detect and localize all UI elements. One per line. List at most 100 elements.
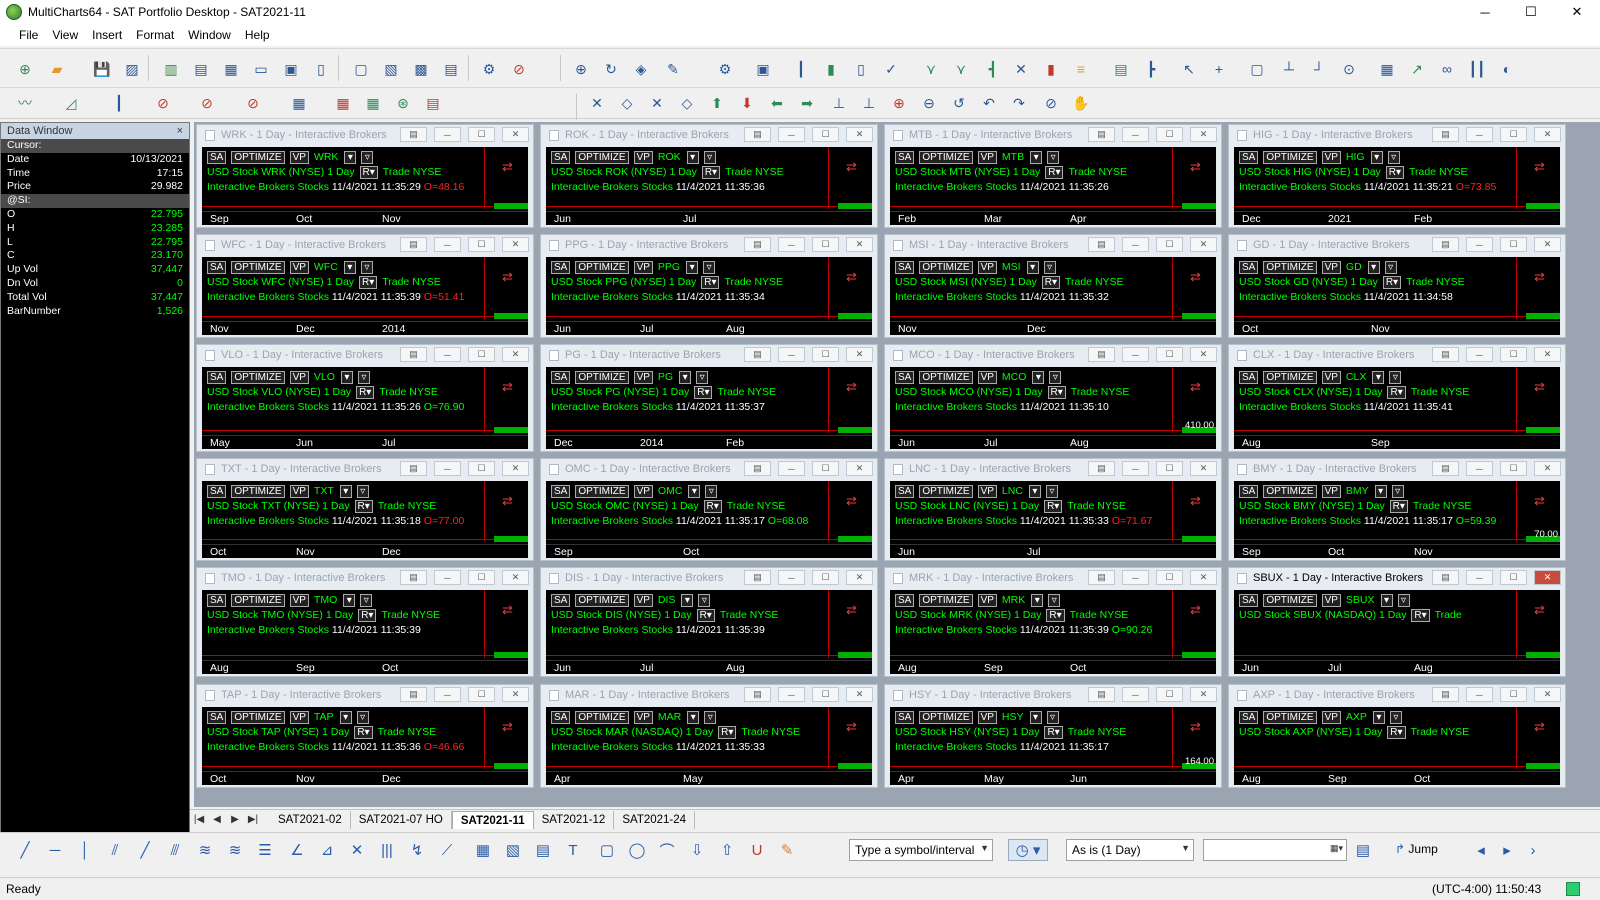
sa-button[interactable]: SA [1239, 370, 1259, 384]
chart-plot-area[interactable]: SA OPTIMIZE VP MAR ▾ ▿ USD Stock MAR (NASDAQ) … [546, 707, 872, 785]
chart-format-icon[interactable]: ▤ [744, 687, 771, 702]
expand-icon[interactable]: ▿ [1045, 484, 1058, 498]
tab-last-icon[interactable]: ▶| [244, 814, 262, 825]
chart-minimize-button[interactable]: ─ [434, 687, 461, 702]
arrow-up-icon[interactable]: ⇧ [716, 839, 738, 861]
refresh-study-icon[interactable]: ↻ [600, 58, 622, 80]
expand-icon[interactable]: ▿ [356, 710, 369, 724]
jump-button[interactable]: ↱ Jump [1395, 842, 1438, 856]
trade-arrows-icon[interactable]: ⇄ [1190, 602, 1201, 618]
chart-maximize-button[interactable]: ☐ [1156, 570, 1183, 585]
chevron-down-icon[interactable]: ▾ [339, 484, 352, 498]
chart-minimize-button[interactable]: ─ [1122, 237, 1149, 252]
vp-button[interactable]: VP [633, 484, 653, 498]
chart-format-icon[interactable]: ▤ [1432, 687, 1459, 702]
chart-close-button[interactable]: ✕ [846, 347, 873, 362]
chart-close-button[interactable]: ✕ [846, 237, 873, 252]
chart-plot-area[interactable]: SA OPTIMIZE VP AXP ▾ ▿ USD Stock AXP (NYSE) 1 … [1234, 707, 1560, 785]
chart-window-gd[interactable]: GD - 1 Day - Interactive Brokers ▤ ─ ☐ ✕ SA OP… [1228, 234, 1566, 338]
chevron-down-icon[interactable]: ▾ [1030, 150, 1043, 164]
rv-button[interactable]: R▾ [701, 276, 720, 289]
vp-button[interactable]: VP [289, 370, 309, 384]
tab-next-icon[interactable]: ▶ [226, 814, 244, 825]
optimize-button[interactable]: OPTIMIZE [575, 370, 629, 384]
hand-icon[interactable]: ✋ [1070, 92, 1092, 114]
rv-button[interactable]: R▾ [1046, 609, 1065, 622]
time-zones-icon[interactable]: ↯ [406, 839, 428, 861]
optimize-button[interactable]: OPTIMIZE [1263, 484, 1317, 498]
chart-window-sbux[interactable]: SBUX - 1 Day - Interactive Brokers ▤ ─ ☐ ✕ SA… [1228, 567, 1566, 677]
expand-icon[interactable]: ▿ [696, 370, 709, 384]
trade-arrows-icon[interactable]: ⇄ [846, 493, 857, 509]
chart-window-title-bar[interactable]: TAP - 1 Day - Interactive Brokers ▤ ─ ☐ ✕ [197, 685, 533, 705]
pointer-icon[interactable]: ↖ [1178, 58, 1200, 80]
sa-button[interactable]: SA [207, 260, 227, 274]
chart-window-title-bar[interactable]: LNC - 1 Day - Interactive Brokers ▤ ─ ☐ ✕ [885, 459, 1221, 479]
chevron-down-icon[interactable]: ▾ [1026, 260, 1039, 274]
trade-arrows-icon[interactable]: ⇄ [1534, 159, 1545, 175]
chart-plot-area[interactable]: SA OPTIMIZE VP VLO ▾ ▿ USD Stock VLO (NYSE) 1 … [202, 367, 528, 449]
chart-plot-area[interactable]: SA OPTIMIZE VP MCO ▾ ▿ USD Stock MCO (NYSE) 1 … [890, 367, 1216, 449]
trade-arrows-icon[interactable]: ⇄ [502, 719, 513, 735]
rv-button[interactable]: R▾ [1411, 609, 1430, 622]
chart-window-omc[interactable]: OMC - 1 Day - Interactive Brokers ▤ ─ ☐ ✕ SA O… [540, 458, 878, 561]
chart-minimize-button[interactable]: ─ [434, 461, 461, 476]
sa-button[interactable]: SA [551, 370, 571, 384]
trade-arrows-icon[interactable]: ⇄ [502, 602, 513, 618]
hide-icon[interactable]: ⊘ [1040, 92, 1062, 114]
chart-plot-area[interactable]: SA OPTIMIZE VP GD ▾ ▿ USD Stock GD (NYSE) 1 Da… [1234, 257, 1560, 335]
sa-button[interactable]: SA [895, 710, 915, 724]
candlestick-icon[interactable]: ▮ [820, 58, 842, 80]
sa-button[interactable]: SA [207, 710, 227, 724]
dom-icon[interactable]: ▦ [220, 58, 242, 80]
chart-format-icon[interactable]: ▤ [400, 127, 427, 142]
resolution-select[interactable]: As is (1 Day) ▼ [1066, 839, 1194, 861]
chart-minimize-button[interactable]: ─ [1466, 461, 1493, 476]
arc-icon[interactable]: ⌒ [656, 839, 678, 861]
chart-window-title-bar[interactable]: ROK - 1 Day - Interactive Brokers ▤ ─ ☐ ✕ [541, 125, 877, 145]
matrix-icon[interactable]: ▦ [288, 92, 310, 114]
sa-button[interactable]: SA [551, 484, 571, 498]
chart-minimize-button[interactable]: ─ [1122, 570, 1149, 585]
scale-down-icon[interactable]: ⊥ [858, 92, 880, 114]
chart-window-title-bar[interactable]: OMC - 1 Day - Interactive Brokers ▤ ─ ☐ ✕ [541, 459, 877, 479]
gann-fan-icon[interactable]: ≋ [194, 839, 216, 861]
back-icon[interactable]: ↶ [978, 92, 1000, 114]
chevron-down-icon[interactable]: ▾ [688, 484, 701, 498]
chart-format-icon[interactable]: ▤ [400, 570, 427, 585]
chevron-down-icon[interactable]: ▾ [681, 593, 694, 607]
vp-button[interactable]: VP [289, 593, 309, 607]
optimize-button[interactable]: OPTIMIZE [231, 150, 285, 164]
chart-trading-icon[interactable]: ↗ [1406, 58, 1428, 80]
trade-arrows-icon[interactable]: ⇄ [1190, 269, 1201, 285]
chart-window-hig[interactable]: HIG - 1 Day - Interactive Brokers ▤ ─ ☐ ✕ SA O… [1228, 124, 1566, 228]
optimize-button[interactable]: OPTIMIZE [1263, 593, 1317, 607]
close-workspace-icon[interactable]: ▨ [121, 58, 143, 80]
chart-maximize-button[interactable]: ☐ [468, 127, 495, 142]
chart-maximize-button[interactable]: ☐ [812, 237, 839, 252]
rv-button[interactable]: R▾ [1044, 726, 1063, 739]
chevron-down-icon[interactable]: ▾ [343, 593, 356, 607]
expand-icon[interactable]: ▿ [356, 484, 369, 498]
chart-minimize-button[interactable]: ─ [434, 347, 461, 362]
chart-window-txt[interactable]: TXT - 1 Day - Interactive Brokers ▤ ─ ☐ ✕ SA O… [196, 458, 534, 561]
chart-minimize-button[interactable]: ─ [1466, 347, 1493, 362]
chart-minimize-button[interactable]: ─ [1466, 687, 1493, 702]
chart-close-button[interactable]: ✕ [1534, 237, 1561, 252]
chart-window-lnc[interactable]: LNC - 1 Day - Interactive Brokers ▤ ─ ☐ ✕ SA O… [884, 458, 1222, 561]
optimize-button[interactable]: OPTIMIZE [919, 710, 973, 724]
scale-up-icon[interactable]: ⊥ [828, 92, 850, 114]
chart-format-icon[interactable]: ▤ [744, 461, 771, 476]
chart-window-title-bar[interactable]: MCO - 1 Day - Interactive Brokers ▤ ─ ☐ ✕ [885, 345, 1221, 365]
chart-format-icon[interactable]: ▤ [1432, 570, 1459, 585]
chart-close-button[interactable]: ✕ [502, 347, 529, 362]
save-icon[interactable]: 💾 [91, 58, 113, 80]
trade-arrows-icon[interactable]: ⇄ [502, 493, 513, 509]
symbol-list-icon[interactable]: ▤ [440, 58, 462, 80]
chevron-down-icon[interactable]: ▾ [339, 710, 352, 724]
vp-button[interactable]: VP [1321, 710, 1341, 724]
trendline-tool-icon[interactable]: ╱ [14, 839, 36, 861]
rv-button[interactable]: R▾ [1387, 726, 1406, 739]
rv-button[interactable]: R▾ [1389, 500, 1408, 513]
chart-close-button[interactable]: ✕ [1534, 127, 1561, 142]
